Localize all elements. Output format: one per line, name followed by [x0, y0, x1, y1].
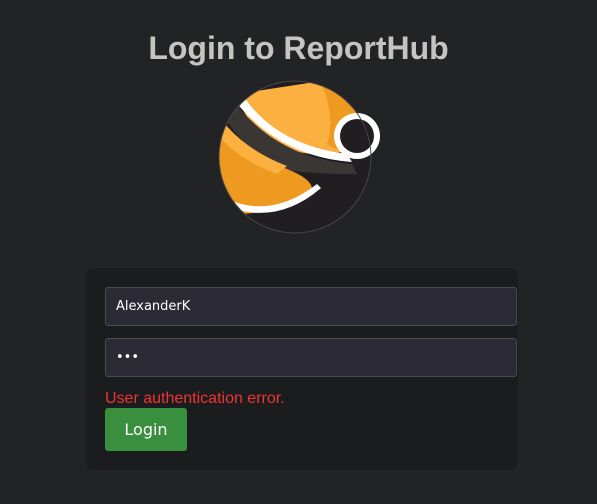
username-input[interactable]	[105, 287, 517, 326]
password-input[interactable]	[105, 338, 517, 377]
login-page: Login to ReportHub AlexanderK ••• User a…	[0, 0, 597, 504]
page-title: Login to ReportHub	[148, 30, 449, 67]
error-message: User authentication error.	[105, 390, 285, 407]
reporthub-logo-icon	[217, 74, 385, 242]
login-button[interactable]: Login	[105, 408, 187, 451]
